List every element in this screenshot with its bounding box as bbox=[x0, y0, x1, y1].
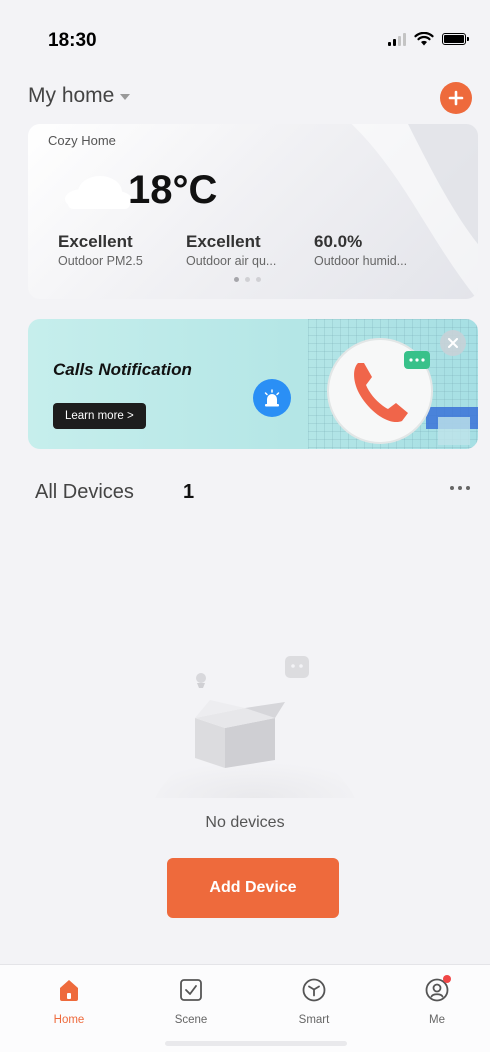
devices-header: All Devices 1 bbox=[35, 478, 470, 506]
banner-close-button[interactable] bbox=[440, 330, 466, 356]
weather-card[interactable]: Cozy Home 18°C Excellent Outdoor PM2.5 E… bbox=[28, 124, 478, 299]
tab-label: Me bbox=[429, 1014, 445, 1026]
tab-smart[interactable]: Smart bbox=[279, 975, 349, 1026]
notification-dot bbox=[443, 975, 451, 983]
metric-label: Outdoor PM2.5 bbox=[58, 254, 143, 268]
add-button[interactable] bbox=[440, 82, 472, 114]
wifi-icon bbox=[414, 32, 434, 46]
promo-banner[interactable]: Calls Notification Learn more > bbox=[28, 319, 478, 449]
tab-scene[interactable]: Scene bbox=[156, 975, 226, 1026]
page-dot bbox=[234, 277, 239, 282]
tab-me[interactable]: Me bbox=[402, 975, 472, 1026]
plus-icon bbox=[448, 90, 464, 106]
metric-air-quality: Excellent Outdoor air qu... bbox=[186, 232, 276, 268]
smart-cube-icon bbox=[299, 975, 329, 1005]
app-screen: 18:30 My home Cozy Home 18°C Excellent O… bbox=[0, 0, 490, 1052]
home-name: My home bbox=[28, 84, 115, 107]
home-selector[interactable]: My home bbox=[28, 84, 131, 108]
banner-title: Calls Notification bbox=[53, 360, 192, 379]
metric-pm25: Excellent Outdoor PM2.5 bbox=[58, 232, 143, 268]
add-device-button[interactable]: Add Device bbox=[167, 858, 339, 918]
tab-bar: Home Scene Smart Me bbox=[0, 964, 490, 1052]
status-icons bbox=[388, 32, 469, 46]
page-dot bbox=[256, 277, 261, 282]
metric-label: Outdoor air qu... bbox=[186, 254, 277, 268]
metric-value: Excellent bbox=[186, 232, 261, 251]
tab-home[interactable]: Home bbox=[34, 975, 104, 1026]
status-time: 18:30 bbox=[48, 30, 97, 51]
tab-label: Smart bbox=[298, 1014, 330, 1026]
alarm-light-icon bbox=[253, 379, 291, 417]
empty-state-text: No devices bbox=[205, 814, 285, 831]
user-profile-icon bbox=[422, 975, 452, 1005]
close-icon bbox=[448, 338, 458, 348]
empty-box-illustration bbox=[155, 656, 355, 798]
home-icon bbox=[54, 975, 84, 1005]
status-bar: 18:30 bbox=[0, 0, 490, 80]
battery-icon bbox=[442, 33, 469, 45]
metric-label: Outdoor humid... bbox=[314, 254, 408, 268]
tab-label: Scene bbox=[174, 1014, 208, 1026]
home-indicator bbox=[165, 1041, 347, 1046]
devices-title[interactable]: All Devices bbox=[35, 481, 134, 504]
metric-humidity: 60.0% Outdoor humid... bbox=[314, 232, 407, 268]
page-indicator bbox=[234, 277, 261, 282]
temperature: 18°C bbox=[128, 168, 218, 212]
page-dot bbox=[245, 277, 250, 282]
devices-count: 1 bbox=[183, 481, 195, 503]
weather-home-label: Cozy Home bbox=[48, 133, 116, 148]
learn-more-button[interactable]: Learn more > bbox=[53, 403, 146, 429]
metric-value: 60.0% bbox=[314, 232, 363, 251]
tab-label: Home bbox=[53, 1014, 85, 1026]
cellular-signal-icon bbox=[388, 32, 406, 46]
scene-check-icon bbox=[176, 975, 206, 1005]
metric-value: Excellent bbox=[58, 232, 133, 251]
caret-down-icon bbox=[120, 94, 131, 100]
decorative-swoosh bbox=[351, 124, 478, 299]
more-options-icon[interactable] bbox=[450, 486, 470, 490]
cloud-icon bbox=[65, 176, 132, 209]
